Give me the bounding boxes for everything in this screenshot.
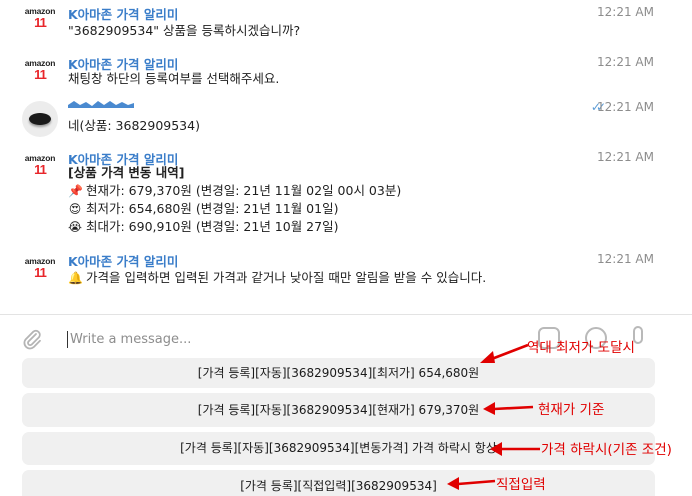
amazon-11-logo: amazon 11	[24, 256, 56, 280]
message-time: 12:21 AM	[597, 100, 654, 114]
message-text: "3682909534" 상품을 등록하시겠습니까?	[68, 23, 301, 38]
annotation-arrow-icon	[483, 402, 534, 415]
price-line-current: 📌 현재가: 679,370원 (변경일: 21년 11월 02일 00시 03분…	[68, 181, 401, 201]
blurred-username	[68, 101, 134, 108]
bot-avatar[interactable]: amazon 11	[22, 56, 58, 92]
bot-avatar[interactable]: amazon 11	[22, 151, 58, 187]
chat-history: amazon 11 K아마존 가격 알리미 12:21 AM "36829095…	[0, 0, 692, 314]
message-bot: amazon 11 K아마존 가격 알리미 12:21 AM 채팅창 하단의 등…	[0, 52, 692, 92]
message-time: 12:21 AM	[597, 55, 654, 69]
annotation-label: 직접입력	[496, 477, 546, 493]
crying-face-icon: 😭	[68, 220, 83, 234]
message-time: 12:21 AM	[597, 5, 654, 19]
keyboard-button-manual-input[interactable]: [가격 등록][직접입력][3682909534]	[22, 470, 655, 496]
paperclip-icon[interactable]	[21, 328, 43, 350]
message-time: 12:21 AM	[597, 252, 654, 266]
message-text: 채팅창 하단의 등록여부를 선택해주세요.	[68, 71, 280, 86]
user-avatar[interactable]	[22, 101, 58, 137]
message-bot: amazon 11 K아마존 가격 알리미 12:21 AM [상품 가격 변동…	[0, 146, 692, 246]
annotation-label: 현재가 기준	[538, 402, 605, 418]
price-line-lowest: 😍 최저가: 654,680원 (변경일: 21년 11월 01일)	[68, 199, 339, 219]
annotation-arrow-icon	[490, 442, 540, 456]
message-input[interactable]: Write a message...	[67, 331, 191, 348]
message-bot: amazon 11 K아마존 가격 알리미 12:21 AM 🔔 가격을 입력하면…	[0, 248, 692, 298]
message-time: 12:21 AM	[597, 150, 654, 164]
message-text: 네(상품: 3682909534)	[68, 118, 200, 133]
annotation-arrow-icon	[480, 343, 529, 363]
bot-avatar[interactable]: amazon 11	[22, 4, 58, 40]
message-text: 🔔 가격을 입력하면 입력된 가격과 같거나 낮아질 때만 알림을 받을 수 있습…	[68, 268, 486, 288]
bot-avatar[interactable]: amazon 11	[22, 254, 58, 290]
annotation-label: 가격 하락시(기존 조건)	[541, 442, 672, 458]
price-history-heading: [상품 가격 변동 내역]	[68, 165, 185, 180]
keyboard-button-lowest-price[interactable]: [가격 등록][자동][3682909534][최저가] 654,680원	[22, 358, 655, 388]
amazon-11-logo: amazon 11	[24, 6, 56, 30]
price-line-highest: 😭 최대가: 690,910원 (변경일: 21년 10월 27일)	[68, 217, 338, 237]
annotation-label: 역대 최저가 도달시	[527, 340, 635, 356]
amazon-11-logo: amazon 11	[24, 153, 56, 177]
bell-icon: 🔔	[68, 271, 83, 285]
message-bot: amazon 11 K아마존 가격 알리미 12:21 AM "36829095…	[0, 0, 692, 50]
amazon-11-logo: amazon 11	[24, 58, 56, 82]
annotation-arrow-icon	[447, 477, 496, 490]
message-user: ✓✓ 12:21 AM 네(상품: 3682909534)	[0, 94, 692, 144]
